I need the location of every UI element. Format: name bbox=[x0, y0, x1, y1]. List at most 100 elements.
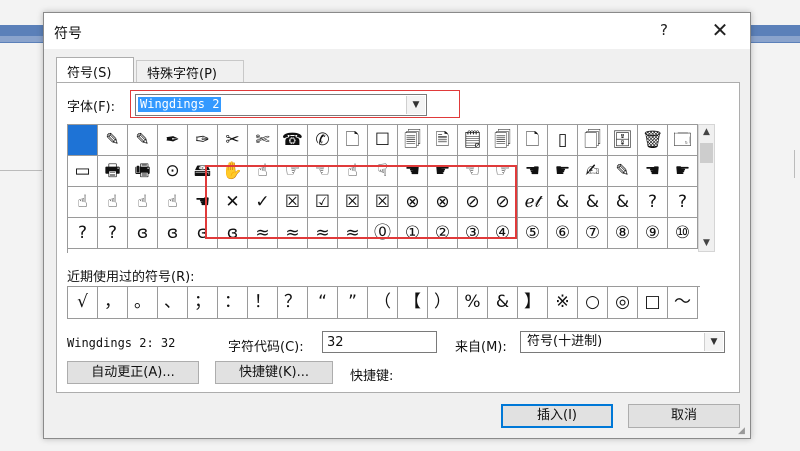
symbol-cell[interactable]: 🗋 bbox=[338, 125, 368, 156]
title-bar: 符号 ? ✕ bbox=[44, 13, 750, 49]
symbol-cell[interactable]: ɞ bbox=[158, 218, 188, 249]
symbol-cell[interactable]: ☐ bbox=[368, 125, 398, 156]
symbol-cell[interactable]: 🗎 bbox=[428, 125, 458, 156]
tab-symbols[interactable]: 符号(S) bbox=[56, 57, 134, 83]
symbol-cell[interactable]: ☛ bbox=[668, 156, 698, 187]
autocorrect-button[interactable]: 自动更正(A)... bbox=[67, 361, 199, 384]
recent-symbol-cell[interactable]: ” bbox=[338, 287, 368, 319]
symbol-cell[interactable]: ℯ𝓉 bbox=[518, 187, 548, 218]
symbol-cell[interactable]: ✍ bbox=[578, 156, 608, 187]
symbol-cell[interactable]: ✎ bbox=[128, 125, 158, 156]
symbol-cell[interactable] bbox=[68, 125, 98, 156]
symbol-cell[interactable]: ? bbox=[638, 187, 668, 218]
recent-symbol-cell[interactable]: ， bbox=[98, 287, 128, 319]
symbol-cell[interactable]: 🗄 bbox=[608, 125, 638, 156]
scroll-up-icon[interactable]: ▲ bbox=[699, 125, 714, 140]
scrollbar-thumb[interactable] bbox=[700, 143, 713, 163]
recent-symbol-cell[interactable]: 。 bbox=[128, 287, 158, 319]
symbol-cell[interactable]: 🖶 bbox=[98, 156, 128, 187]
symbol-cell[interactable]: ⑦ bbox=[578, 218, 608, 249]
symbol-cell[interactable]: ⑤ bbox=[518, 218, 548, 249]
recent-symbol-cell[interactable]: 】 bbox=[518, 287, 548, 319]
recent-symbol-cell[interactable]: ～ bbox=[668, 287, 698, 319]
resize-grip-icon[interactable]: ◢ bbox=[738, 426, 748, 436]
symbol-cell[interactable]: 🗐 bbox=[398, 125, 428, 156]
recent-symbol-cell[interactable]: ？ bbox=[278, 287, 308, 319]
character-name: Wingdings 2: 32 bbox=[67, 336, 176, 350]
symbol-cell[interactable]: ⑧ bbox=[608, 218, 638, 249]
symbol-cell[interactable]: 🗒 bbox=[458, 125, 488, 156]
help-button[interactable]: ? bbox=[654, 21, 674, 41]
cancel-button[interactable]: 取消 bbox=[628, 404, 740, 428]
symbol-dialog: 符号 ? ✕ 符号(S) 特殊字符(P) 字体(F): Wingdings 2 … bbox=[43, 12, 751, 439]
symbol-cell[interactable]: 🗑 bbox=[638, 125, 668, 156]
symbol-cell[interactable]: ✑ bbox=[188, 125, 218, 156]
symbol-cell[interactable]: ✄ bbox=[248, 125, 278, 156]
symbol-cell[interactable]: ⊙ bbox=[158, 156, 188, 187]
symbol-cell[interactable]: ▭ bbox=[68, 156, 98, 187]
document-edge-right bbox=[794, 150, 800, 178]
recent-symbol-cell[interactable]: （ bbox=[368, 287, 398, 319]
recent-symbol-cell[interactable]: % bbox=[458, 287, 488, 319]
document-edge-left bbox=[0, 170, 42, 179]
recent-symbol-cell[interactable]: ： bbox=[218, 287, 248, 319]
symbol-cell[interactable]: ✎ bbox=[608, 156, 638, 187]
symbol-cell[interactable]: ⑩ bbox=[668, 218, 698, 249]
recent-symbol-cell[interactable]: √ bbox=[68, 287, 98, 319]
insert-button[interactable]: 插入(I) bbox=[501, 404, 613, 428]
symbol-cell[interactable]: ✎ bbox=[98, 125, 128, 156]
symbol-cell[interactable]: 🖷 bbox=[128, 156, 158, 187]
symbol-cell[interactable]: ☝ bbox=[128, 187, 158, 218]
chevron-down-icon[interactable]: ▼ bbox=[704, 333, 723, 351]
symbol-cell[interactable]: ɞ bbox=[128, 218, 158, 249]
symbol-cell[interactable]: ✒ bbox=[158, 125, 188, 156]
recent-symbol-cell[interactable]: ◎ bbox=[608, 287, 638, 319]
symbol-cell[interactable]: 🗐 bbox=[488, 125, 518, 156]
symbol-cell[interactable]: ☝ bbox=[68, 187, 98, 218]
symbol-cell[interactable]: ✆ bbox=[308, 125, 338, 156]
symbol-cell[interactable]: 🗋 bbox=[518, 125, 548, 156]
symbol-cell[interactable]: & bbox=[548, 187, 578, 218]
from-dropdown[interactable]: 符号(十进制) ▼ bbox=[520, 331, 725, 353]
symbol-cell[interactable]: 🗔 bbox=[668, 125, 698, 156]
tab-special-characters[interactable]: 特殊字符(P) bbox=[136, 60, 244, 82]
symbol-cell[interactable]: ☝ bbox=[158, 187, 188, 218]
recent-symbol-cell[interactable]: ； bbox=[188, 287, 218, 319]
symbol-cell[interactable]: ☚ bbox=[638, 156, 668, 187]
symbol-cell[interactable]: ? bbox=[98, 218, 128, 249]
symbol-cell[interactable]: ☝ bbox=[98, 187, 128, 218]
character-code-input[interactable]: 32 bbox=[322, 331, 437, 353]
symbol-cell[interactable]: ? bbox=[68, 218, 98, 249]
symbol-cell[interactable]: ☛ bbox=[548, 156, 578, 187]
recent-symbol-cell[interactable]: & bbox=[488, 287, 518, 319]
symbol-cell[interactable]: 🗍 bbox=[578, 125, 608, 156]
from-value: 符号(十进制) bbox=[527, 334, 603, 349]
shortcut-key-button[interactable]: 快捷键(K)... bbox=[215, 361, 333, 384]
recent-symbol-cell[interactable]: “ bbox=[308, 287, 338, 319]
from-label: 来自(M): bbox=[455, 340, 507, 355]
symbol-cell[interactable]: ☚ bbox=[518, 156, 548, 187]
recent-symbol-cell[interactable]: ） bbox=[428, 287, 458, 319]
symbol-cell[interactable]: ▯ bbox=[548, 125, 578, 156]
symbol-cell[interactable]: ⑥ bbox=[548, 218, 578, 249]
recent-symbol-cell[interactable]: 、 bbox=[158, 287, 188, 319]
symbol-cell[interactable]: ⑨ bbox=[638, 218, 668, 249]
symbol-cell[interactable]: ✂ bbox=[218, 125, 248, 156]
dialog-title: 符号 bbox=[54, 26, 82, 42]
recent-symbol-cell[interactable]: 【 bbox=[398, 287, 428, 319]
recent-symbol-cell[interactable]: ○ bbox=[578, 287, 608, 319]
recent-symbol-cell[interactable]: ！ bbox=[248, 287, 278, 319]
symbol-cell[interactable]: ☎ bbox=[278, 125, 308, 156]
symbol-cell[interactable]: & bbox=[578, 187, 608, 218]
symbol-cell[interactable]: & bbox=[608, 187, 638, 218]
recent-symbol-cell[interactable]: ※ bbox=[548, 287, 578, 319]
symbol-grid-scrollbar[interactable]: ▲ ▼ bbox=[698, 124, 715, 252]
highlight-box-symbols bbox=[205, 165, 517, 239]
scroll-down-icon[interactable]: ▼ bbox=[699, 236, 714, 251]
font-label: 字体(F): bbox=[67, 100, 116, 115]
symbols-panel: 字体(F): Wingdings 2 ▼ ✎ ✎ ✒ ✑ ✂ ✄ ☎ ✆ 🗋 ☐ 🗐 🗎 🗒 🗐 🗋 ▯ 🗍 🗄 🗑… bbox=[56, 82, 740, 393]
symbol-cell[interactable]: ? bbox=[668, 187, 698, 218]
recent-symbol-cell[interactable]: □ bbox=[638, 287, 668, 319]
close-button[interactable]: ✕ bbox=[708, 19, 732, 43]
recent-symbols-label: 近期使用过的符号(R): bbox=[67, 270, 195, 285]
